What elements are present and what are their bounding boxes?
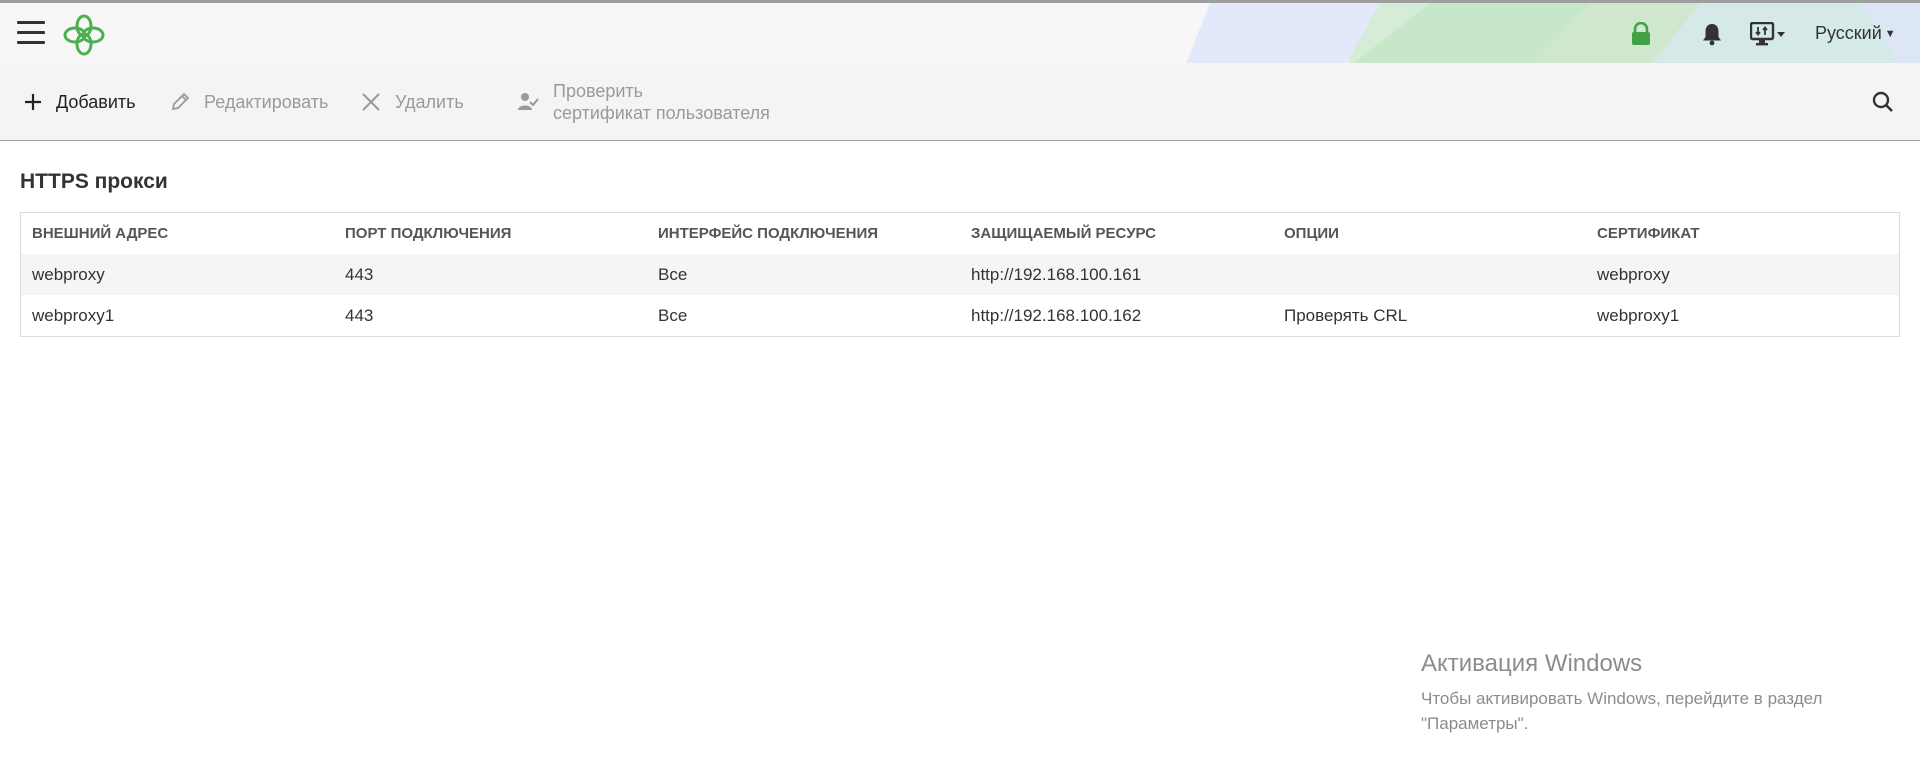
- column-header-certificate[interactable]: СЕРТИФИКАТ: [1586, 213, 1899, 254]
- check-user-certificate-button[interactable]: Проверить сертификат пользователя: [517, 63, 770, 141]
- edit-button[interactable]: Редактировать: [170, 63, 328, 141]
- check-cert-label-line2: сертификат пользователя: [553, 103, 770, 123]
- edit-label: Редактировать: [204, 91, 329, 112]
- check-cert-label-line1: Проверить: [553, 81, 644, 101]
- table-row[interactable]: webproxy1 443 Все http://192.168.100.162…: [21, 295, 1899, 336]
- chevron-down-icon: [1777, 32, 1785, 37]
- add-label: Добавить: [56, 91, 136, 112]
- app-logo[interactable]: [63, 14, 105, 56]
- bell-icon[interactable]: [1700, 22, 1724, 46]
- lock-icon[interactable]: [1630, 22, 1652, 46]
- cell-external-address: webproxy: [21, 254, 334, 295]
- top-bar: Русский ▼: [0, 0, 1920, 63]
- cell-external-address: webproxy1: [21, 295, 334, 336]
- proxy-table: ВНЕШНИЙ АДРЕС ПОРТ ПОДКЛЮЧЕНИЯ ИНТЕРФЕЙС…: [20, 212, 1900, 337]
- display-icon[interactable]: [1750, 22, 1786, 46]
- cell-certificate: webproxy: [1586, 254, 1899, 295]
- cell-interface: Все: [647, 295, 960, 336]
- cell-options: Проверять CRL: [1273, 295, 1586, 336]
- cell-certificate: webproxy1: [1586, 295, 1899, 336]
- cell-protected-resource: http://192.168.100.161: [960, 254, 1273, 295]
- watermark-line1: Чтобы активировать Windows, перейдите в …: [1421, 689, 1823, 708]
- pencil-icon: [171, 92, 190, 111]
- delete-label: Удалить: [395, 91, 464, 112]
- column-header-interface[interactable]: ИНТЕРФЕЙС ПОДКЛЮЧЕНИЯ: [647, 213, 960, 254]
- windows-activation-watermark: Активация Windows Чтобы активировать Win…: [1421, 650, 1822, 736]
- language-label: Русский: [1815, 23, 1882, 43]
- delete-button[interactable]: Удалить: [361, 63, 464, 141]
- watermark-title: Активация Windows: [1421, 650, 1643, 677]
- hamburger-menu-icon[interactable]: [17, 21, 47, 45]
- column-header-protected-resource[interactable]: ЗАЩИЩАЕМЫЙ РЕСУРС: [960, 213, 1273, 254]
- cell-options: [1273, 254, 1586, 295]
- cell-port: 443: [334, 295, 647, 336]
- plus-icon: [25, 94, 41, 110]
- caret-down-icon: ▼: [1884, 28, 1896, 40]
- action-toolbar: Добавить Редактировать Удалить Проверить…: [0, 63, 1920, 141]
- add-button[interactable]: Добавить: [24, 63, 136, 141]
- search-icon[interactable]: [1872, 91, 1894, 113]
- table-header-row: ВНЕШНИЙ АДРЕС ПОРТ ПОДКЛЮЧЕНИЯ ИНТЕРФЕЙС…: [21, 213, 1899, 254]
- column-header-port[interactable]: ПОРТ ПОДКЛЮЧЕНИЯ: [334, 213, 647, 254]
- column-header-external-address[interactable]: ВНЕШНИЙ АДРЕС: [21, 213, 334, 254]
- watermark-line2: "Параметры".: [1421, 714, 1529, 733]
- page-title: HTTPS прокси: [20, 170, 168, 193]
- table-row[interactable]: webproxy 443 Все http://192.168.100.161 …: [21, 254, 1899, 295]
- close-icon: [362, 93, 380, 111]
- language-selector[interactable]: Русский ▼: [1815, 23, 1896, 44]
- cell-protected-resource: http://192.168.100.162: [960, 295, 1273, 336]
- user-check-icon: [518, 93, 539, 110]
- cell-port: 443: [334, 254, 647, 295]
- column-header-options[interactable]: ОПЦИИ: [1273, 213, 1586, 254]
- cell-interface: Все: [647, 254, 960, 295]
